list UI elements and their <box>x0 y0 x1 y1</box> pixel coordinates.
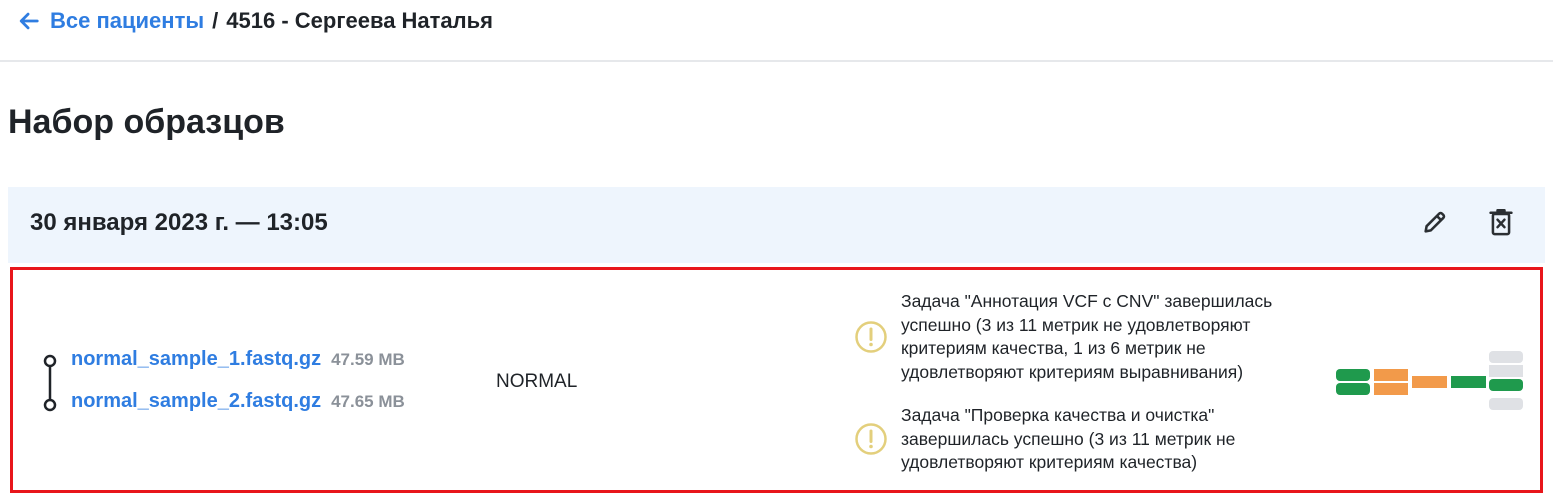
delete-sample-set-button[interactable] <box>1484 205 1518 239</box>
page-title: Набор образцов <box>8 103 285 141</box>
edit-sample-set-button[interactable] <box>1418 205 1452 239</box>
top-bar: Все пациенты / 4516 - Сергеева Наталья <box>0 0 1553 62</box>
warning-icon <box>855 423 887 455</box>
sample-file-1-size: 47.59 MB <box>331 350 405 369</box>
sample-row[interactable]: normal_sample_1.fastq.gz 47.59 MB normal… <box>10 267 1543 493</box>
breadcrumb: Все пациенты / 4516 - Сергеева Наталья <box>18 8 493 34</box>
sample-file-1: normal_sample_1.fastq.gz 47.59 MB <box>71 348 405 371</box>
task-status-1: Задача "Аннотация VCF с CNV" завершилась… <box>854 290 1301 384</box>
sample-file-2: normal_sample_2.fastq.gz 47.65 MB <box>71 390 405 413</box>
sample-file-2-link[interactable]: normal_sample_2.fastq.gz <box>71 390 321 413</box>
pencil-icon <box>1424 211 1446 233</box>
task-status-2-text: Задача "Проверка качества и очистка" зав… <box>901 405 1236 472</box>
back-to-patients-link[interactable]: Все пациенты <box>18 8 204 34</box>
sample-set-date: 30 января 2023 г. — 13:05 <box>30 209 328 236</box>
sample-set-header: 30 января 2023 г. — 13:05 <box>8 187 1545 263</box>
arrow-left-icon <box>19 12 39 30</box>
pipeline-progress-icon[interactable] <box>1336 351 1526 413</box>
back-link-label: Все пациенты <box>50 8 205 33</box>
sample-file-2-size: 47.65 MB <box>331 392 405 411</box>
task-status-1-text: Задача "Аннотация VCF с CNV" завершилась… <box>901 291 1273 382</box>
paired-files-connector-icon <box>43 354 57 412</box>
breadcrumb-current-patient: 4516 - Сергеева Наталья <box>226 8 494 33</box>
warning-icon <box>855 321 887 353</box>
sample-file-1-link[interactable]: normal_sample_1.fastq.gz <box>71 348 321 371</box>
breadcrumb-separator: / <box>212 8 219 33</box>
sample-type: NORMAL <box>496 371 578 392</box>
trash-icon <box>1489 208 1513 236</box>
task-status-2: Задача "Проверка качества и очистка" зав… <box>854 404 1301 475</box>
